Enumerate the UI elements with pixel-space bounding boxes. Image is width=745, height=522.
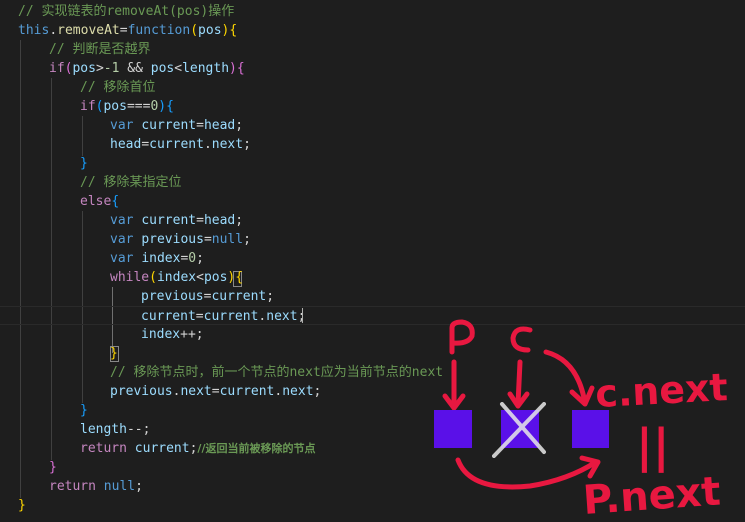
label-c-next: c.next xyxy=(594,365,729,416)
label-p-next: P.next xyxy=(581,468,722,522)
list-node-next xyxy=(572,410,609,448)
letter-c-stroke xyxy=(510,326,533,353)
label-equals: || xyxy=(636,419,670,474)
arrow-c-to-next xyxy=(543,349,587,401)
letter-p-stroke xyxy=(449,319,475,355)
handwritten-annotation: P c.next || P.next C xyxy=(434,319,729,522)
list-node-previous xyxy=(434,410,472,448)
arrow-to-c-node xyxy=(515,359,523,407)
arrow-p-to-next xyxy=(455,457,599,490)
